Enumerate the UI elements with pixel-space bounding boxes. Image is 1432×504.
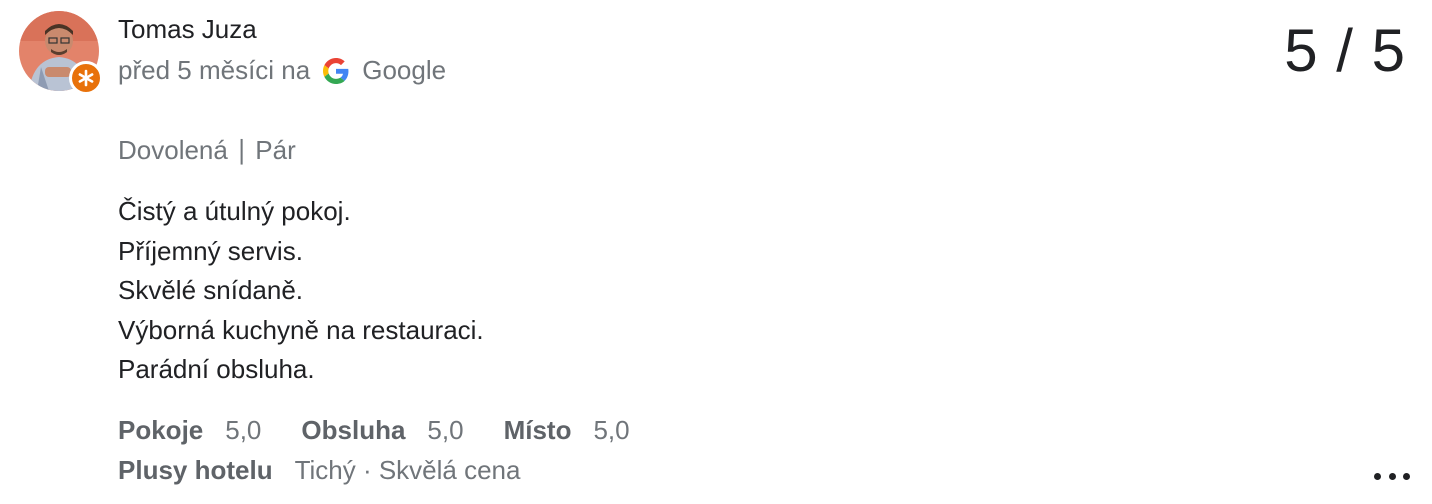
review-meta: před 5 měsíci na Google: [118, 55, 446, 86]
review-text-line: Příjemný servis.: [118, 235, 303, 266]
review-source: Google: [362, 55, 447, 85]
ratings-block: Pokoje 5,0 Obsluha 5,0 Místo 5,0 Plusy h…: [118, 410, 630, 490]
review-score: 5 / 5: [1284, 17, 1406, 84]
review-text-line: Výborná kuchyně na restauraci.: [118, 314, 484, 345]
review-time: před 5 měsíci na: [118, 55, 311, 85]
review-card: Tomas Juza před 5 měsíci na Google 5 / 5…: [0, 0, 1432, 504]
author-name[interactable]: Tomas Juza: [118, 14, 257, 45]
review-text: Čistý a útulný pokoj. Příjemný servis. S…: [118, 192, 484, 390]
local-guide-badge-icon: [69, 61, 103, 95]
review-text-line: Skvělé snídaně.: [118, 275, 304, 305]
avatar[interactable]: [19, 11, 103, 95]
rating-value-location: 5,0: [593, 415, 630, 445]
review-text-line: Parádní obsluha.: [118, 354, 315, 384]
rating-label-service: Obsluha: [301, 415, 406, 445]
more-options-button[interactable]: [1374, 466, 1410, 486]
trip-info: Dovolená ∣ Pár: [118, 135, 296, 165]
google-g-icon: [323, 57, 349, 84]
category-ratings: Pokoje 5,0 Obsluha 5,0 Místo 5,0: [118, 410, 630, 450]
review-text-line: Čistý a útulný pokoj.: [118, 196, 351, 226]
rating-label-location: Místo: [503, 415, 572, 445]
hotel-highlights: Plusy hotelu Tichý · Skvělá cena: [118, 450, 630, 490]
rating-label-rooms: Pokoje: [118, 415, 204, 445]
rating-value-service: 5,0: [427, 415, 464, 445]
rating-value-rooms: 5,0: [225, 415, 262, 445]
highlights-label: Plusy hotelu: [118, 455, 273, 485]
highlights-value: Tichý · Skvělá cena: [294, 455, 521, 485]
more-horizontal-icon: [1374, 472, 1381, 480]
